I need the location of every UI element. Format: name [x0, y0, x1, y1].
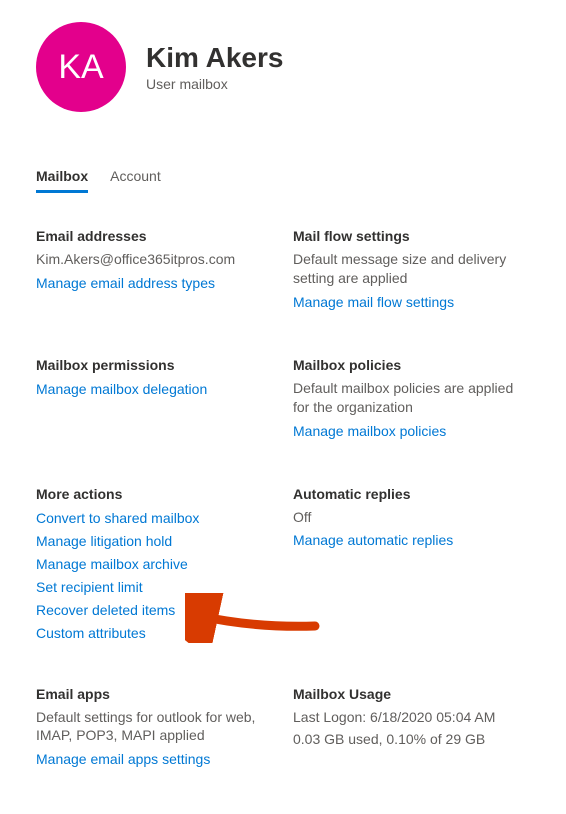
manage-mailbox-delegation-link[interactable]: Manage mailbox delegation: [36, 379, 273, 400]
avatar: KA: [36, 22, 126, 112]
section-automatic-replies: Automatic replies Off Manage automatic r…: [293, 486, 530, 646]
email-apps-desc: Default settings for outlook for web, IM…: [36, 708, 273, 746]
page-subtitle: User mailbox: [146, 76, 283, 92]
manage-mailbox-policies-link[interactable]: Manage mailbox policies: [293, 421, 530, 442]
manage-email-address-types-link[interactable]: Manage email address types: [36, 273, 273, 294]
section-mailbox-policies: Mailbox policies Default mailbox policie…: [293, 357, 530, 446]
email-address-value: Kim.Akers@office365itpros.com: [36, 250, 273, 269]
tab-mailbox[interactable]: Mailbox: [36, 162, 88, 193]
mailbox-permissions-heading: Mailbox permissions: [36, 357, 273, 373]
recover-deleted-items-link[interactable]: Recover deleted items: [36, 600, 273, 621]
custom-attributes-link[interactable]: Custom attributes: [36, 623, 273, 644]
section-mailbox-usage: Mailbox Usage Last Logon: 6/18/2020 05:0…: [293, 686, 530, 775]
section-mail-flow: Mail flow settings Default message size …: [293, 228, 530, 317]
more-actions-heading: More actions: [36, 486, 273, 502]
convert-to-shared-mailbox-link[interactable]: Convert to shared mailbox: [36, 508, 273, 529]
section-email-apps: Email apps Default settings for outlook …: [36, 686, 273, 775]
email-apps-heading: Email apps: [36, 686, 273, 702]
automatic-replies-status: Off: [293, 508, 530, 527]
section-more-actions: More actions Convert to shared mailbox M…: [36, 486, 273, 646]
tab-account[interactable]: Account: [110, 162, 161, 193]
mailbox-usage-heading: Mailbox Usage: [293, 686, 530, 702]
usage-value: 0.03 GB used, 0.10% of 29 GB: [293, 730, 530, 749]
tab-bar: Mailbox Account: [36, 162, 530, 194]
mailbox-policies-heading: Mailbox policies: [293, 357, 530, 373]
section-email-addresses: Email addresses Kim.Akers@office365itpro…: [36, 228, 273, 317]
manage-litigation-hold-link[interactable]: Manage litigation hold: [36, 531, 273, 552]
automatic-replies-heading: Automatic replies: [293, 486, 530, 502]
manage-mail-flow-link[interactable]: Manage mail flow settings: [293, 292, 530, 313]
mail-flow-heading: Mail flow settings: [293, 228, 530, 244]
manage-mailbox-archive-link[interactable]: Manage mailbox archive: [36, 554, 273, 575]
manage-email-apps-link[interactable]: Manage email apps settings: [36, 749, 273, 770]
mailbox-policies-desc: Default mailbox policies are applied for…: [293, 379, 530, 417]
last-logon-value: Last Logon: 6/18/2020 05:04 AM: [293, 708, 530, 727]
manage-automatic-replies-link[interactable]: Manage automatic replies: [293, 530, 530, 551]
email-addresses-heading: Email addresses: [36, 228, 273, 244]
page-title: Kim Akers: [146, 42, 283, 74]
section-mailbox-permissions: Mailbox permissions Manage mailbox deleg…: [36, 357, 273, 446]
mail-flow-desc: Default message size and delivery settin…: [293, 250, 530, 288]
set-recipient-limit-link[interactable]: Set recipient limit: [36, 577, 273, 598]
